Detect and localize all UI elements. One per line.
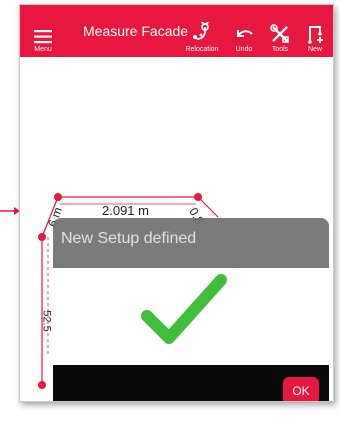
undo-icon xyxy=(237,30,253,37)
dialog-header: New Setup defined xyxy=(53,218,329,268)
page-title: Measure Facade xyxy=(83,23,189,39)
side-dimension-label: 52.5 xyxy=(40,310,53,332)
new-button[interactable]: New xyxy=(300,5,330,57)
vertex-point[interactable] xyxy=(38,381,46,389)
new-label: New xyxy=(307,46,322,53)
new-measure-icon xyxy=(308,26,323,44)
top-toolbar: Menu Measure Facade Relocation Undo Tool… xyxy=(20,5,333,57)
relocation-label: Relocation xyxy=(185,46,219,53)
relocation-icon xyxy=(193,22,209,40)
vertex-point[interactable] xyxy=(54,193,62,201)
pointer-arrow xyxy=(0,207,20,215)
dialog-footer: OK xyxy=(53,365,329,401)
tools-icon xyxy=(270,24,289,43)
tools-button[interactable]: Tools xyxy=(265,5,295,57)
ok-button[interactable]: OK xyxy=(283,377,319,401)
dialog-body xyxy=(53,268,329,365)
vertex-point[interactable] xyxy=(194,193,202,201)
app-window: Menu Measure Facade Relocation Undo Tool… xyxy=(19,4,334,402)
vertex-point[interactable] xyxy=(38,233,46,241)
tools-label: Tools xyxy=(271,46,289,53)
undo-button[interactable]: Undo xyxy=(229,5,259,57)
menu-button[interactable]: Menu xyxy=(26,5,60,57)
menu-label: Menu xyxy=(34,46,52,53)
undo-label: Undo xyxy=(235,46,253,53)
dialog-message: New Setup defined xyxy=(61,230,197,247)
relocation-button[interactable]: Relocation xyxy=(182,5,222,57)
checkmark-icon xyxy=(141,274,227,344)
hamburger-icon xyxy=(34,30,52,44)
top-dimension-label: 2.091 m xyxy=(102,203,149,218)
